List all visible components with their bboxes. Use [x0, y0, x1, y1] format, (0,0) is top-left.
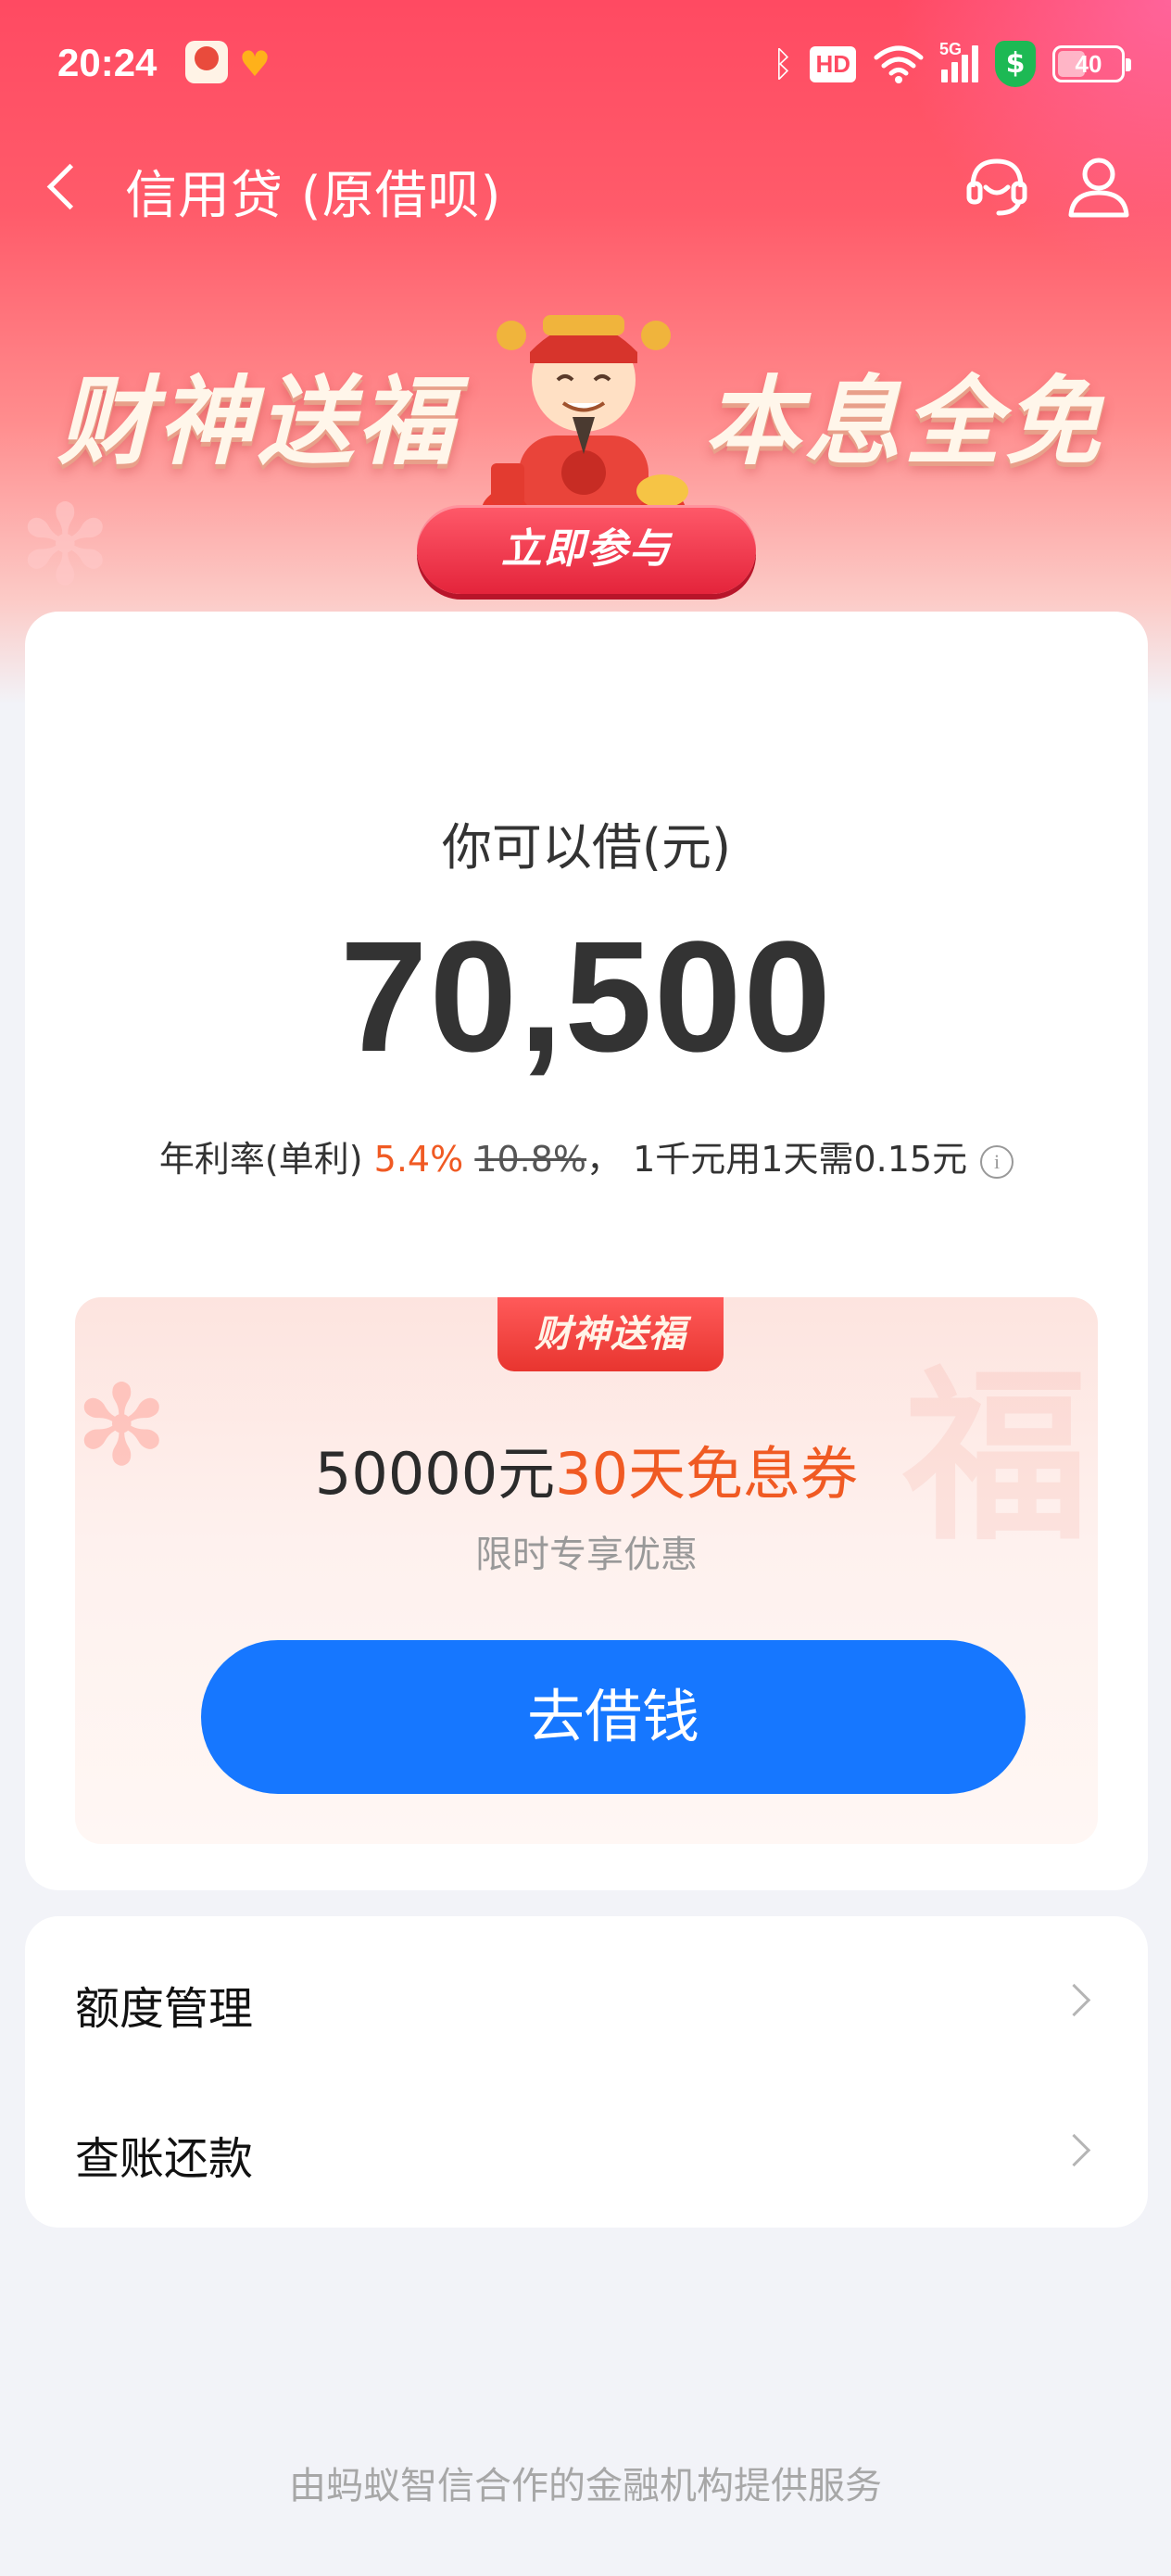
menu-item-label: 额度管理 [75, 1983, 254, 2035]
app-notification-icon [185, 41, 228, 83]
original-rate: 10.8% [474, 1139, 587, 1180]
bluetooth-icon: ᛒ [772, 44, 794, 84]
battery-level: 40 [1075, 49, 1102, 78]
promo-banner[interactable]: 财神送福 本息全免 立即参与 [0, 269, 1171, 602]
current-rate: 5.4% [373, 1139, 464, 1180]
signal-icon: 5G [939, 40, 978, 82]
coupon-title: 50000元30天免息券 [75, 1427, 1098, 1510]
rate-prefix: 年利率(单利) [158, 1139, 363, 1180]
coupon-promo: 福 ✻ 财神送福 50000元30天免息券 限时专享优惠 去借钱 [75, 1297, 1098, 1844]
wifi-icon [874, 45, 924, 83]
heart-notification-icon: ♥ [239, 44, 271, 84]
promo-tag: 财神送福 [497, 1297, 724, 1371]
chevron-right-icon [1061, 2131, 1094, 2165]
banner-right-text: 本息全免 [704, 365, 1105, 478]
nav-bar: 信用贷 (原借呗) [0, 139, 1171, 232]
rate-suffix: ， 1千元用1天需0.15元 [586, 1139, 968, 1180]
menu-item-bills-repayment[interactable]: 查账还款 [25, 2074, 1148, 2222]
borrow-button[interactable]: 去借钱 [201, 1640, 1026, 1794]
borrow-limit-label: 你可以借(元) [441, 818, 732, 877]
footer-disclaimer: 由蚂蚁智信合作的金融机构提供服务 [289, 2465, 882, 2507]
status-time: 20:24 [57, 41, 157, 84]
coupon-highlight: 30天免息券 [555, 1440, 859, 1508]
coupon-amount: 50000元 [314, 1440, 556, 1508]
loan-card: 你可以借(元) 70,500 年利率(单利) 5.4% 10.8%， 1千元用1… [25, 612, 1148, 1890]
customer-service-icon[interactable] [962, 150, 1032, 221]
network-type: 5G [939, 40, 963, 58]
coupon-subtitle: 限时专享优惠 [475, 1534, 698, 1576]
borrow-amount: 70,500 [340, 909, 833, 1085]
hd-badge: HD [810, 45, 856, 82]
user-icon[interactable] [1064, 150, 1134, 221]
chevron-right-icon [1061, 1981, 1094, 2014]
menu-item-label: 查账还款 [75, 2133, 254, 2185]
status-icons: ᛒ HD 5G $ 40 [772, 40, 1131, 87]
info-icon[interactable]: i [980, 1144, 1014, 1179]
join-now-button[interactable]: 立即参与 [417, 505, 756, 594]
back-arrow-icon[interactable] [37, 158, 93, 213]
security-shield-icon: $ [995, 41, 1036, 87]
banner-left-text: 财神送福 [57, 365, 459, 478]
menu-item-credit-management[interactable]: 额度管理 [25, 1924, 1148, 2072]
interest-rate-line: 年利率(单利) 5.4% 10.8%， 1千元用1天需0.15元 i [25, 1130, 1148, 1181]
god-of-wealth-illustration [482, 315, 688, 537]
status-bar: 20:24 ♥ ᛒ HD 5G $ 40 [0, 0, 1171, 139]
menu-card: 额度管理 查账还款 [25, 1916, 1148, 2228]
battery-icon: 40 [1052, 45, 1131, 82]
page-title: 信用贷 (原借呗) [125, 166, 502, 226]
